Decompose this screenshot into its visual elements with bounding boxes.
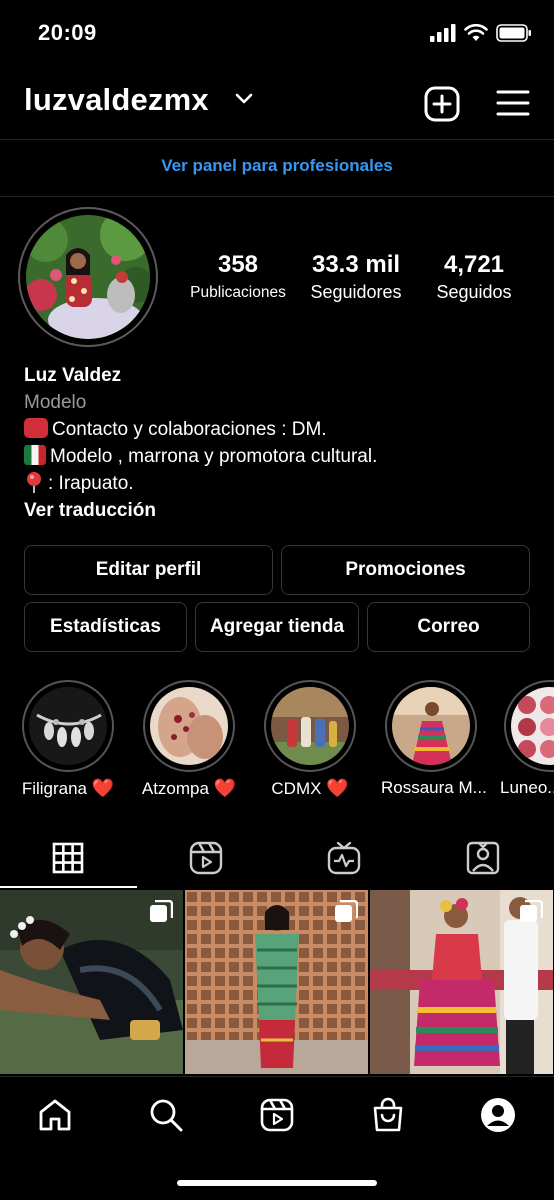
home-icon [39, 1099, 71, 1131]
battery-icon [496, 24, 531, 42]
multiple-posts-icon [520, 900, 543, 922]
highlight-label: Atzompa ❤️ [141, 778, 237, 798]
active-tab-indicator [0, 886, 137, 888]
reels-icon [260, 1098, 294, 1132]
post-thumbnail[interactable] [370, 890, 553, 1074]
highlight-label: CDMX ❤️ [271, 778, 349, 798]
heart-icon: ❤️ [326, 778, 349, 798]
highlight-luneo[interactable]: Luneo... [500, 680, 554, 798]
highlight-cover [392, 687, 470, 765]
heart-icon: ❤️ [213, 778, 237, 798]
nav-shop[interactable] [368, 1095, 408, 1135]
profile-header: luzvaldezmx [0, 80, 554, 130]
bio-line: : Irapuato. [24, 470, 377, 497]
highlight-ring [22, 680, 114, 772]
followers-stat[interactable]: 33.3 mil Seguidores [298, 250, 414, 303]
nav-reels[interactable] [257, 1095, 297, 1135]
tab-igtv[interactable] [324, 838, 364, 878]
menu-icon[interactable] [496, 88, 530, 118]
heart-icon: ❤️ [91, 778, 115, 798]
profile-name: Luz Valdez [24, 365, 122, 386]
email-button[interactable]: Correo [367, 602, 530, 652]
home-indicator [177, 1180, 377, 1186]
bio-line: Contacto y colaboraciones : DM. [24, 416, 377, 443]
promotions-button[interactable]: Promociones [281, 545, 530, 595]
divider [0, 196, 554, 197]
new-post-icon[interactable] [424, 86, 460, 122]
following-label: Seguidos [436, 282, 512, 302]
highlight-ring [264, 680, 356, 772]
status-time: 20:09 [38, 20, 97, 45]
tab-grid[interactable] [48, 838, 88, 878]
bio-line-text: Contacto y colaboraciones : DM. [52, 419, 327, 440]
highlight-cover [271, 687, 349, 765]
highlight-cover [29, 687, 107, 765]
status-bar: 20:09 [0, 0, 554, 66]
avatar-image [26, 215, 150, 339]
grid-icon [52, 842, 84, 874]
tagged-icon [466, 841, 500, 875]
tab-reels[interactable] [186, 838, 226, 878]
highlight-filigrana[interactable]: Filigrana ❤️ [18, 680, 118, 799]
location-pin-icon [27, 472, 41, 493]
avatar-ring[interactable] [18, 207, 158, 347]
see-translation-link[interactable]: Ver traducción [24, 497, 377, 524]
post-thumbnail[interactable] [0, 890, 183, 1074]
search-icon [150, 1099, 183, 1132]
highlight-label: Rossaura M... [381, 778, 487, 797]
avatar[interactable] [26, 215, 150, 339]
status-icons [430, 24, 532, 42]
posts-stat[interactable]: 358 Publicaciones [182, 250, 294, 302]
highlight-atzompa[interactable]: Atzompa ❤️ [139, 680, 239, 799]
professional-dashboard-link[interactable]: Ver panel para profesionales [0, 156, 554, 176]
insights-button[interactable]: Estadísticas [24, 602, 187, 652]
edit-profile-button[interactable]: Editar perfil [24, 545, 273, 595]
highlight-rossaura[interactable]: Rossaura M... [381, 680, 487, 798]
nav-search[interactable] [146, 1095, 186, 1135]
post-thumbnail[interactable] [185, 890, 368, 1074]
nav-profile[interactable] [478, 1095, 518, 1135]
posts-label: Publicaciones [190, 284, 286, 301]
highlight-cover [150, 687, 228, 765]
posts-count: 358 [217, 251, 259, 278]
profile-icon [481, 1098, 515, 1132]
followers-count: 33.3 mil [311, 251, 401, 278]
bio-line-text: : Irapuato. [48, 473, 134, 494]
profile-category: Modelo [24, 392, 87, 413]
bio: Luz Valdez Modelo Contacto y colaboracio… [24, 362, 377, 524]
shop-icon [373, 1097, 403, 1132]
chevron-down-icon[interactable] [234, 92, 254, 106]
reels-icon [189, 841, 223, 875]
highlight-ring [504, 680, 554, 772]
following-count: 4,721 [443, 251, 505, 278]
highlight-label: Luneo... [500, 778, 554, 797]
telephone-icon [24, 418, 48, 438]
following-stat[interactable]: 4,721 Seguidos [422, 250, 526, 303]
wifi-icon [464, 24, 488, 41]
mexico-flag-icon [24, 445, 46, 465]
signal-icon [430, 24, 456, 42]
add-shop-button[interactable]: Agregar tienda [195, 602, 359, 652]
highlight-ring [385, 680, 477, 772]
nav-home[interactable] [35, 1095, 75, 1135]
tab-tagged[interactable] [463, 838, 503, 878]
divider [0, 139, 554, 140]
highlight-label: Filigrana ❤️ [21, 778, 115, 798]
igtv-icon [327, 841, 361, 875]
highlight-cdmx[interactable]: CDMX ❤️ [260, 680, 360, 799]
bio-line: Modelo , marrona y promotora cultural. [24, 443, 377, 470]
bio-line-text: Modelo , marrona y promotora cultural. [50, 446, 378, 467]
username[interactable]: luzvaldezmx [24, 82, 209, 118]
highlight-ring [143, 680, 235, 772]
multiple-posts-icon [150, 900, 173, 922]
highlight-cover [511, 687, 554, 765]
followers-label: Seguidores [310, 282, 402, 302]
multiple-posts-icon [335, 900, 358, 922]
